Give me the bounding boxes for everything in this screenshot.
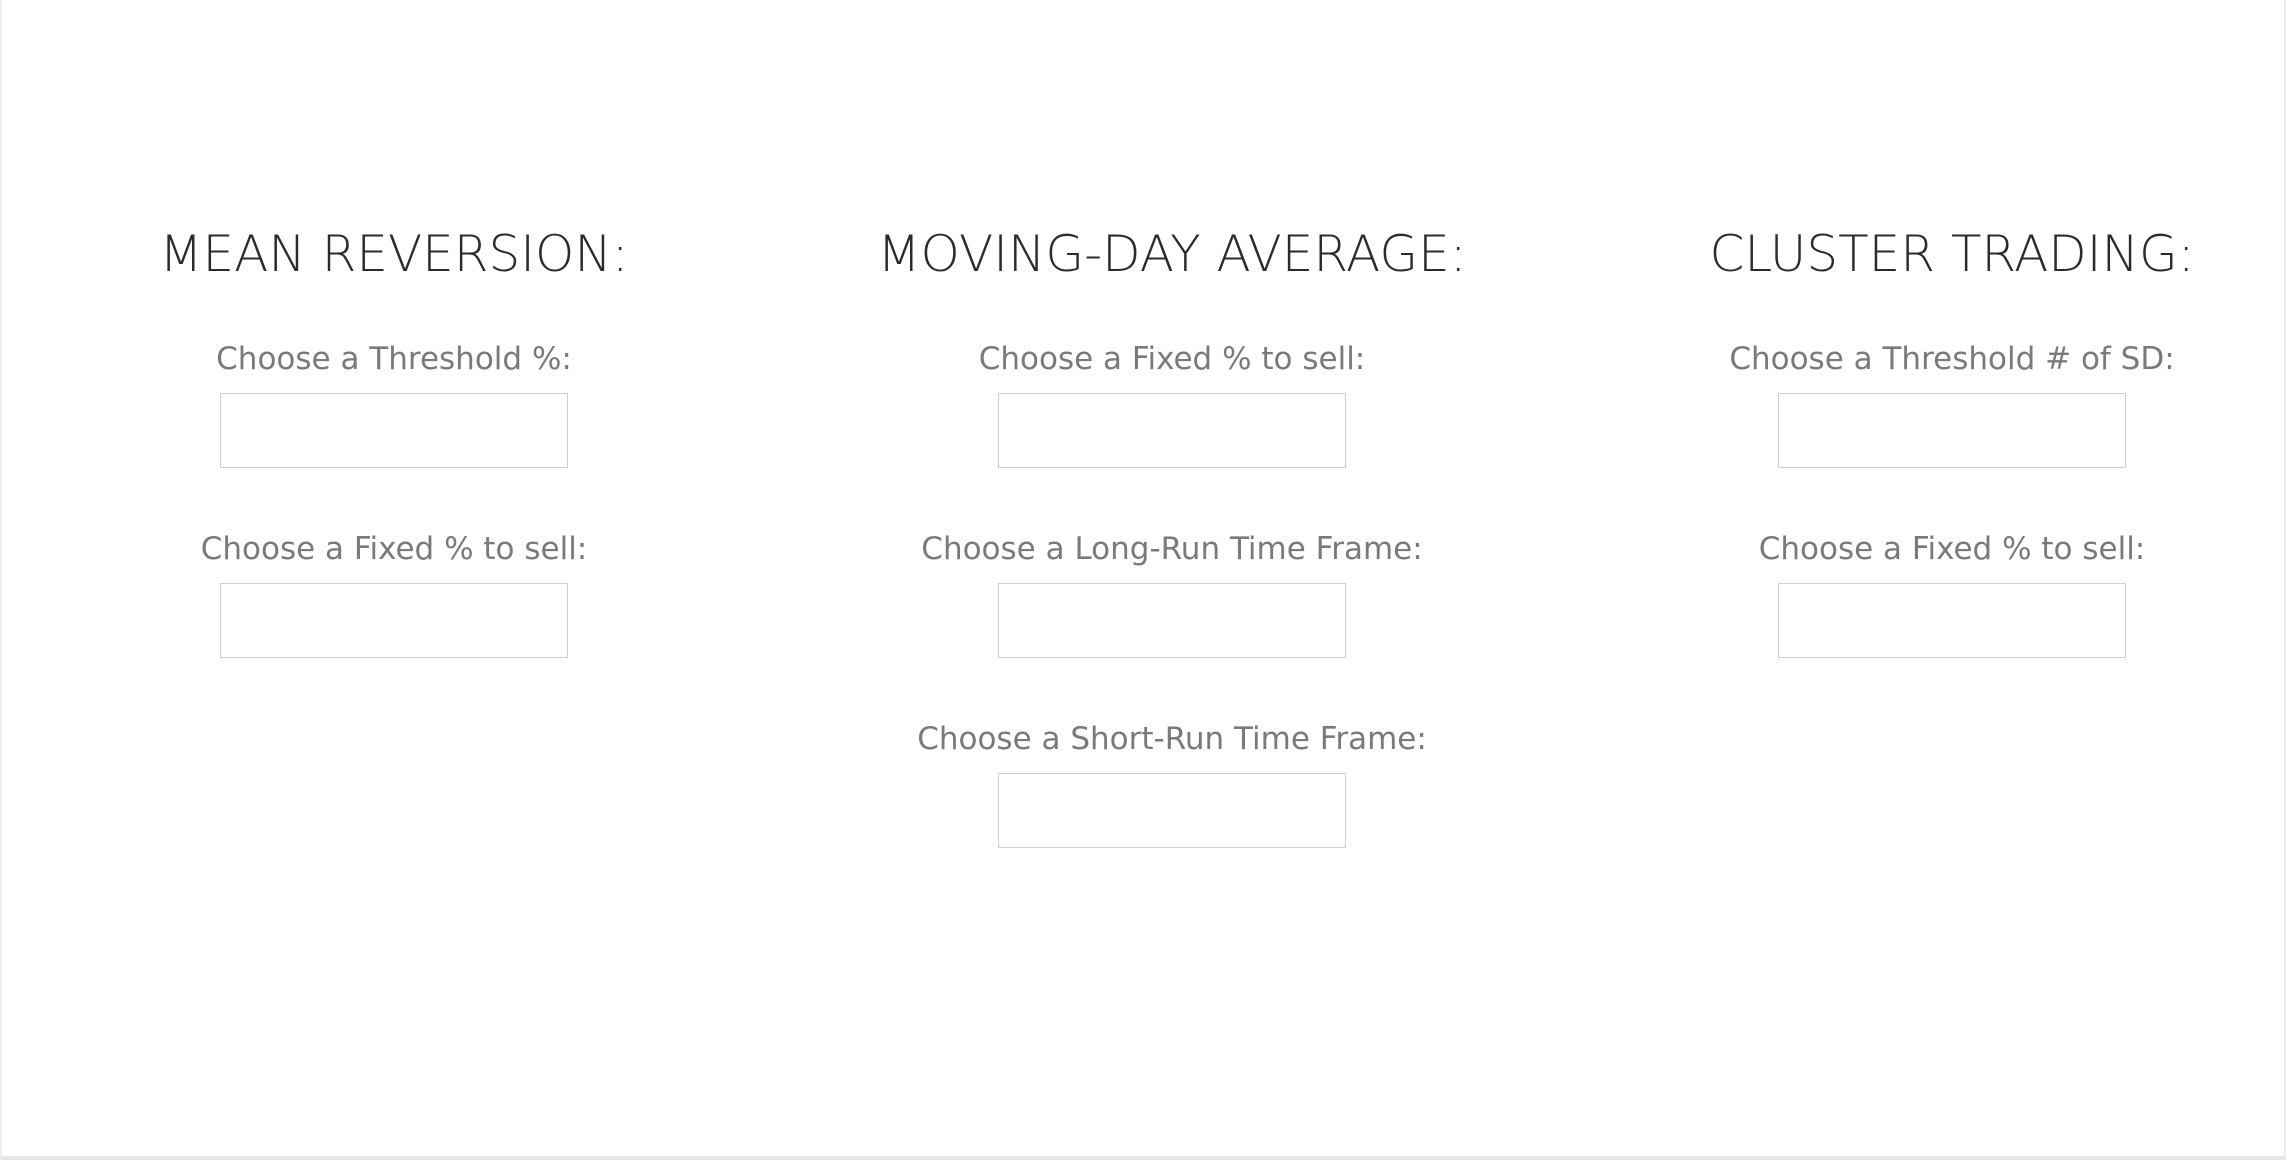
- threshold-percent-input[interactable]: [220, 393, 568, 468]
- short-run-time-frame-field: Choose a Short-Run Time Frame:: [917, 719, 1427, 848]
- moving-day-average-section: MOVING-DAY AVERAGE: Choose a Fixed % to …: [812, 0, 1532, 848]
- field-label: Choose a Threshold %:: [216, 341, 572, 377]
- mean-reversion-section: MEAN REVERSION: Choose a Threshold %: Ch…: [34, 0, 754, 658]
- fixed-percent-sell-input[interactable]: [220, 583, 568, 658]
- strategy-settings-page: MEAN REVERSION: Choose a Threshold %: Ch…: [0, 0, 2286, 1160]
- cluster-trading-section: CLUSTER TRADING: Choose a Threshold # of…: [1592, 0, 2286, 658]
- fixed-percent-sell-input[interactable]: [1778, 583, 2126, 658]
- long-run-time-frame-field: Choose a Long-Run Time Frame:: [921, 529, 1423, 658]
- threshold-sd-input[interactable]: [1778, 393, 2126, 468]
- threshold-percent-field: Choose a Threshold %:: [216, 339, 572, 468]
- section-title: MOVING-DAY AVERAGE:: [877, 225, 1467, 283]
- fixed-percent-sell-field: Choose a Fixed % to sell:: [978, 339, 1366, 468]
- field-label: Choose a Fixed % to sell:: [200, 531, 588, 567]
- long-run-time-frame-input[interactable]: [998, 583, 1346, 658]
- field-label: Choose a Fixed % to sell:: [1758, 531, 2146, 567]
- field-label: Choose a Fixed % to sell:: [978, 341, 1366, 377]
- fixed-percent-sell-input[interactable]: [998, 393, 1346, 468]
- field-label: Choose a Threshold # of SD:: [1729, 341, 2175, 377]
- section-title: MEAN REVERSION:: [159, 225, 629, 283]
- fixed-percent-sell-field: Choose a Fixed % to sell:: [200, 529, 588, 658]
- field-label: Choose a Short-Run Time Frame:: [917, 721, 1427, 757]
- short-run-time-frame-input[interactable]: [997, 773, 1346, 848]
- field-label: Choose a Long-Run Time Frame:: [921, 531, 1423, 567]
- threshold-sd-field: Choose a Threshold # of SD:: [1729, 339, 2175, 468]
- section-title: CLUSTER TRADING:: [1709, 225, 2195, 283]
- fixed-percent-sell-field: Choose a Fixed % to sell:: [1758, 529, 2146, 658]
